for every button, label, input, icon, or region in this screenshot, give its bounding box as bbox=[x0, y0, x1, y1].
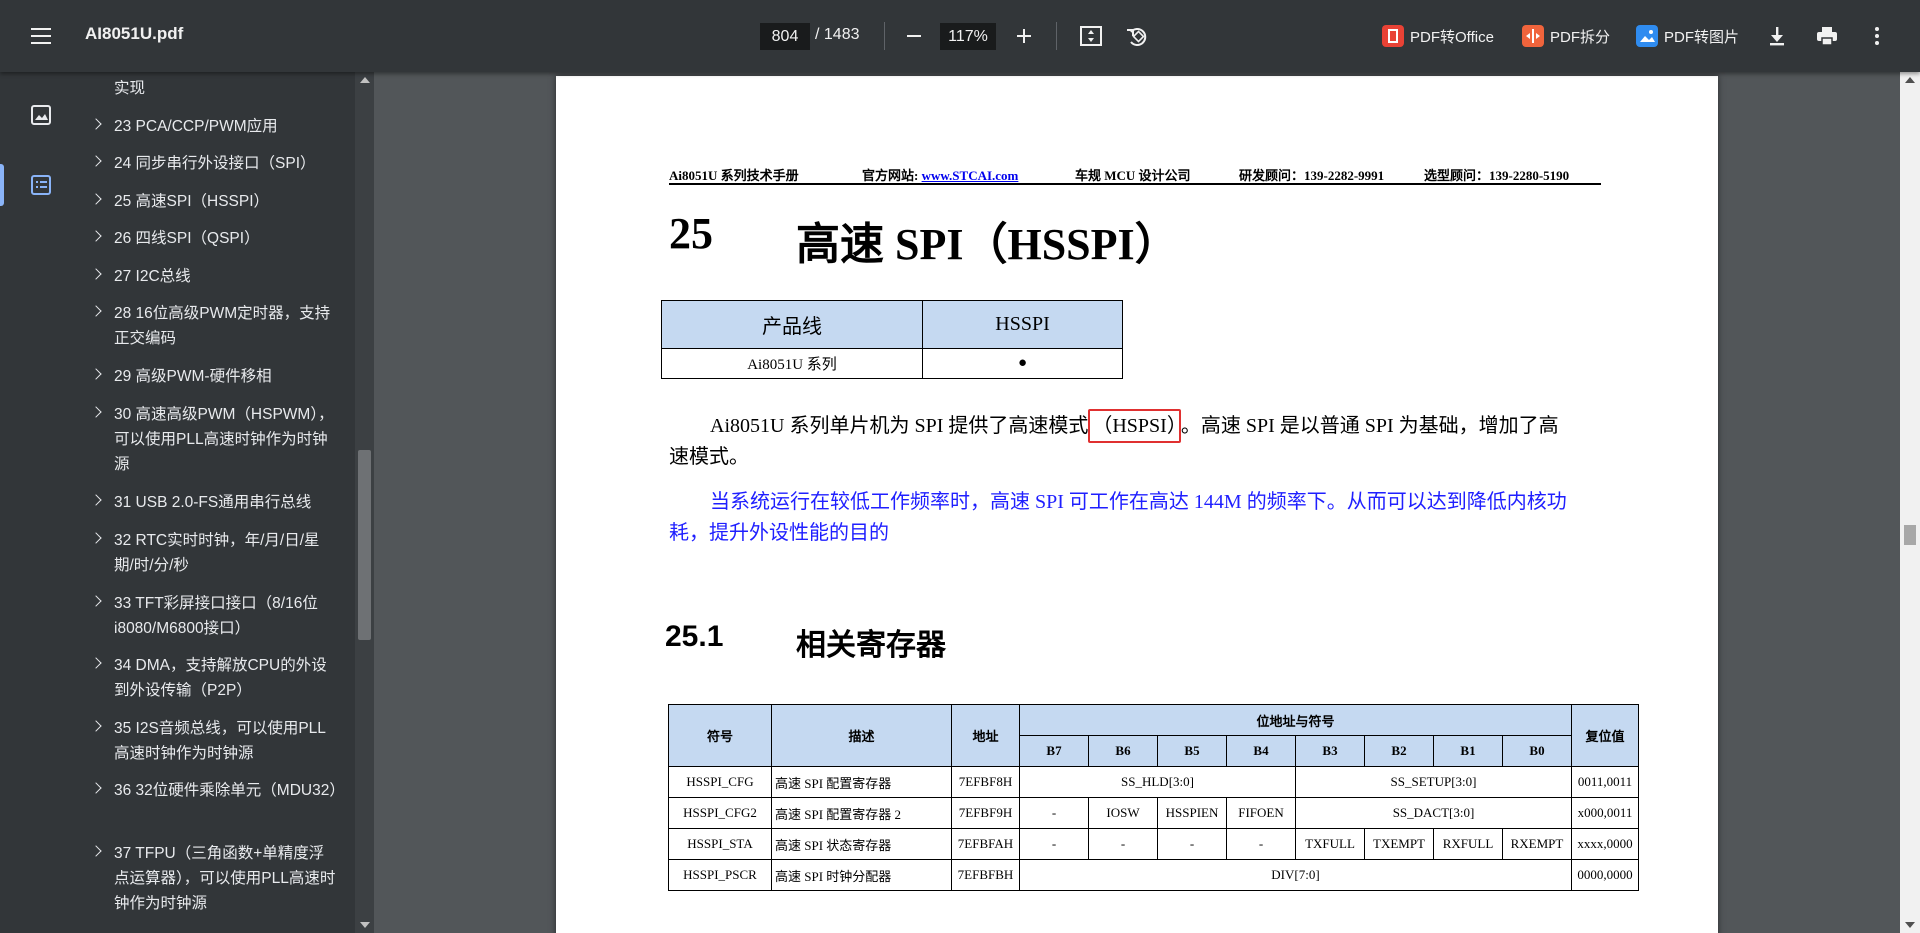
scrollbar-thumb[interactable] bbox=[1904, 525, 1916, 545]
chevron-right-icon[interactable] bbox=[90, 118, 102, 130]
bit-header: B2 bbox=[1364, 735, 1434, 767]
header-sales-contact: 选型顾问：139-2280-5190 bbox=[1424, 168, 1570, 183]
zoom-in-icon[interactable] bbox=[1010, 22, 1038, 50]
divider bbox=[884, 22, 885, 50]
bit-header: B6 bbox=[1088, 735, 1158, 767]
chevron-right-icon[interactable] bbox=[90, 494, 102, 506]
bit-header: B5 bbox=[1157, 735, 1227, 767]
fit-page-icon[interactable] bbox=[1077, 22, 1105, 50]
page-number-input[interactable]: 804 bbox=[760, 23, 810, 50]
header-company: 车规 MCU 设计公司 bbox=[1075, 168, 1191, 183]
chapter-number: 25 bbox=[669, 209, 713, 258]
divider bbox=[1056, 22, 1057, 50]
bit-header: B0 bbox=[1502, 735, 1572, 767]
table-row: HSSPI_CFG 高速 SPI 配置寄存器 7EFBF8H SS_HLD[3:… bbox=[668, 766, 1639, 798]
header-site: 官方网站: www.STCAI.com bbox=[862, 168, 1019, 183]
rotate-icon[interactable] bbox=[1123, 22, 1151, 50]
table-header: 符号 bbox=[668, 704, 772, 767]
chevron-right-icon[interactable] bbox=[90, 268, 102, 280]
website-link[interactable]: www.STCAI.com bbox=[922, 168, 1019, 183]
table-header: 复位值 bbox=[1571, 704, 1639, 767]
register-table: 符号 描述 地址 位地址与符号 复位值 B7 B6 B5 B4 B3 B2 B1… bbox=[668, 704, 1639, 891]
bit-header: B1 bbox=[1433, 735, 1503, 767]
highlight-box: （HSPSI） bbox=[1088, 409, 1181, 443]
download-icon[interactable] bbox=[1763, 22, 1791, 50]
scroll-up-icon[interactable] bbox=[1905, 77, 1915, 83]
bit-header: B4 bbox=[1226, 735, 1296, 767]
more-options-icon[interactable] bbox=[1863, 22, 1891, 50]
zoom-level-input[interactable]: 117% bbox=[940, 23, 996, 50]
viewer-scrollbar[interactable] bbox=[1900, 72, 1920, 933]
pdf-to-office-label: PDF转Office bbox=[1410, 28, 1494, 46]
pdf-split-label: PDF拆分 bbox=[1550, 28, 1611, 46]
sidebar-rail bbox=[0, 72, 82, 933]
pdf-to-image-label: PDF转图片 bbox=[1664, 28, 1740, 46]
chevron-right-icon[interactable] bbox=[90, 845, 102, 857]
chevron-right-icon[interactable] bbox=[90, 230, 102, 242]
table-row: HSSPI_CFG2 高速 SPI 配置寄存器 2 7EFBF9H - IOSW… bbox=[668, 797, 1639, 829]
scrollbar-thumb[interactable] bbox=[358, 450, 371, 640]
table-header: 产品线 bbox=[661, 300, 923, 349]
zoom-out-icon[interactable] bbox=[900, 22, 928, 50]
split-icon bbox=[1522, 25, 1544, 47]
chapter-title: 高速 SPI（HSSPI） bbox=[796, 220, 1179, 269]
product-line-table: 产品线 HSSPI Ai8051U 系列 ● bbox=[661, 300, 1123, 379]
document-title: AI8051U.pdf bbox=[85, 24, 184, 43]
outline-scrollbar[interactable] bbox=[355, 72, 374, 933]
document-outline: 实现 23 PCA/CCP/PWM应用 24 同步串行外设接口（SPI） 25 … bbox=[82, 72, 355, 933]
intro-paragraph: Ai8051U 系列单片机为 SPI 提供了高速模式 （HSPSI） 。高速 SPI… bbox=[669, 409, 1601, 473]
scroll-down-icon[interactable] bbox=[1905, 922, 1915, 928]
outline-icon bbox=[31, 175, 51, 195]
section-number: 25.1 bbox=[665, 620, 724, 653]
thumbnail-icon bbox=[31, 105, 51, 125]
office-icon bbox=[1382, 25, 1404, 47]
outline-tab[interactable] bbox=[0, 162, 82, 208]
page-total: / 1483 bbox=[815, 26, 860, 43]
highlight-paragraph: 当系统运行在较低工作频率时，高速 SPI 可工作在高达 144M 的频率下。从而… bbox=[669, 491, 1567, 544]
pdf-viewer: Ai8051U 系列技术手册 官方网站: www.STCAI.com 车规 MC… bbox=[374, 72, 1900, 933]
table-header: 描述 bbox=[771, 704, 952, 767]
table-header: 位地址与符号 bbox=[1019, 704, 1572, 736]
table-header: HSSPI bbox=[922, 300, 1123, 349]
bit-header: B7 bbox=[1019, 735, 1089, 767]
pdf-to-image-button[interactable]: PDF转图片 bbox=[1636, 22, 1739, 50]
menu-icon[interactable] bbox=[28, 22, 56, 50]
table-header: 地址 bbox=[951, 704, 1020, 767]
chevron-right-icon[interactable] bbox=[90, 782, 102, 794]
print-icon[interactable] bbox=[1813, 22, 1841, 50]
chevron-right-icon[interactable] bbox=[90, 155, 102, 167]
chevron-right-icon[interactable] bbox=[90, 193, 102, 205]
table-cell: ● bbox=[922, 348, 1123, 379]
pdf-split-button[interactable]: PDF拆分 bbox=[1522, 22, 1610, 50]
chevron-right-icon[interactable] bbox=[90, 532, 102, 544]
chevron-right-icon[interactable] bbox=[90, 305, 102, 317]
chevron-right-icon[interactable] bbox=[90, 406, 102, 418]
table-row: HSSPI_STA 高速 SPI 状态寄存器 7EFBFAH - - - - T… bbox=[668, 828, 1639, 860]
header-rd-contact: 研发顾问：139-2282-9991 bbox=[1239, 168, 1385, 183]
table-row: HSSPI_PSCR 高速 SPI 时钟分配器 7EFBFBH DIV[7:0]… bbox=[668, 859, 1639, 891]
toolbar: AI8051U.pdf 804 / 1483 117% PDF转Office P… bbox=[0, 0, 1920, 72]
header-manual-name: Ai8051U 系列技术手册 bbox=[669, 168, 799, 183]
bit-header: B3 bbox=[1295, 735, 1365, 767]
pdf-to-office-button[interactable]: PDF转Office bbox=[1382, 22, 1494, 50]
chevron-right-icon[interactable] bbox=[90, 657, 102, 669]
pdf-page: Ai8051U 系列技术手册 官方网站: www.STCAI.com 车规 MC… bbox=[556, 76, 1718, 933]
table-cell: Ai8051U 系列 bbox=[661, 348, 923, 379]
section-title: 相关寄存器 bbox=[796, 629, 946, 662]
image-icon bbox=[1636, 25, 1658, 47]
page-header: Ai8051U 系列技术手册 官方网站: www.STCAI.com 车规 MC… bbox=[669, 163, 1601, 185]
chevron-right-icon[interactable] bbox=[90, 595, 102, 607]
chevron-right-icon[interactable] bbox=[90, 720, 102, 732]
chevron-right-icon[interactable] bbox=[90, 368, 102, 380]
scroll-down-icon[interactable] bbox=[360, 922, 370, 928]
scroll-up-icon[interactable] bbox=[360, 77, 370, 83]
thumbnails-tab[interactable] bbox=[0, 92, 82, 138]
